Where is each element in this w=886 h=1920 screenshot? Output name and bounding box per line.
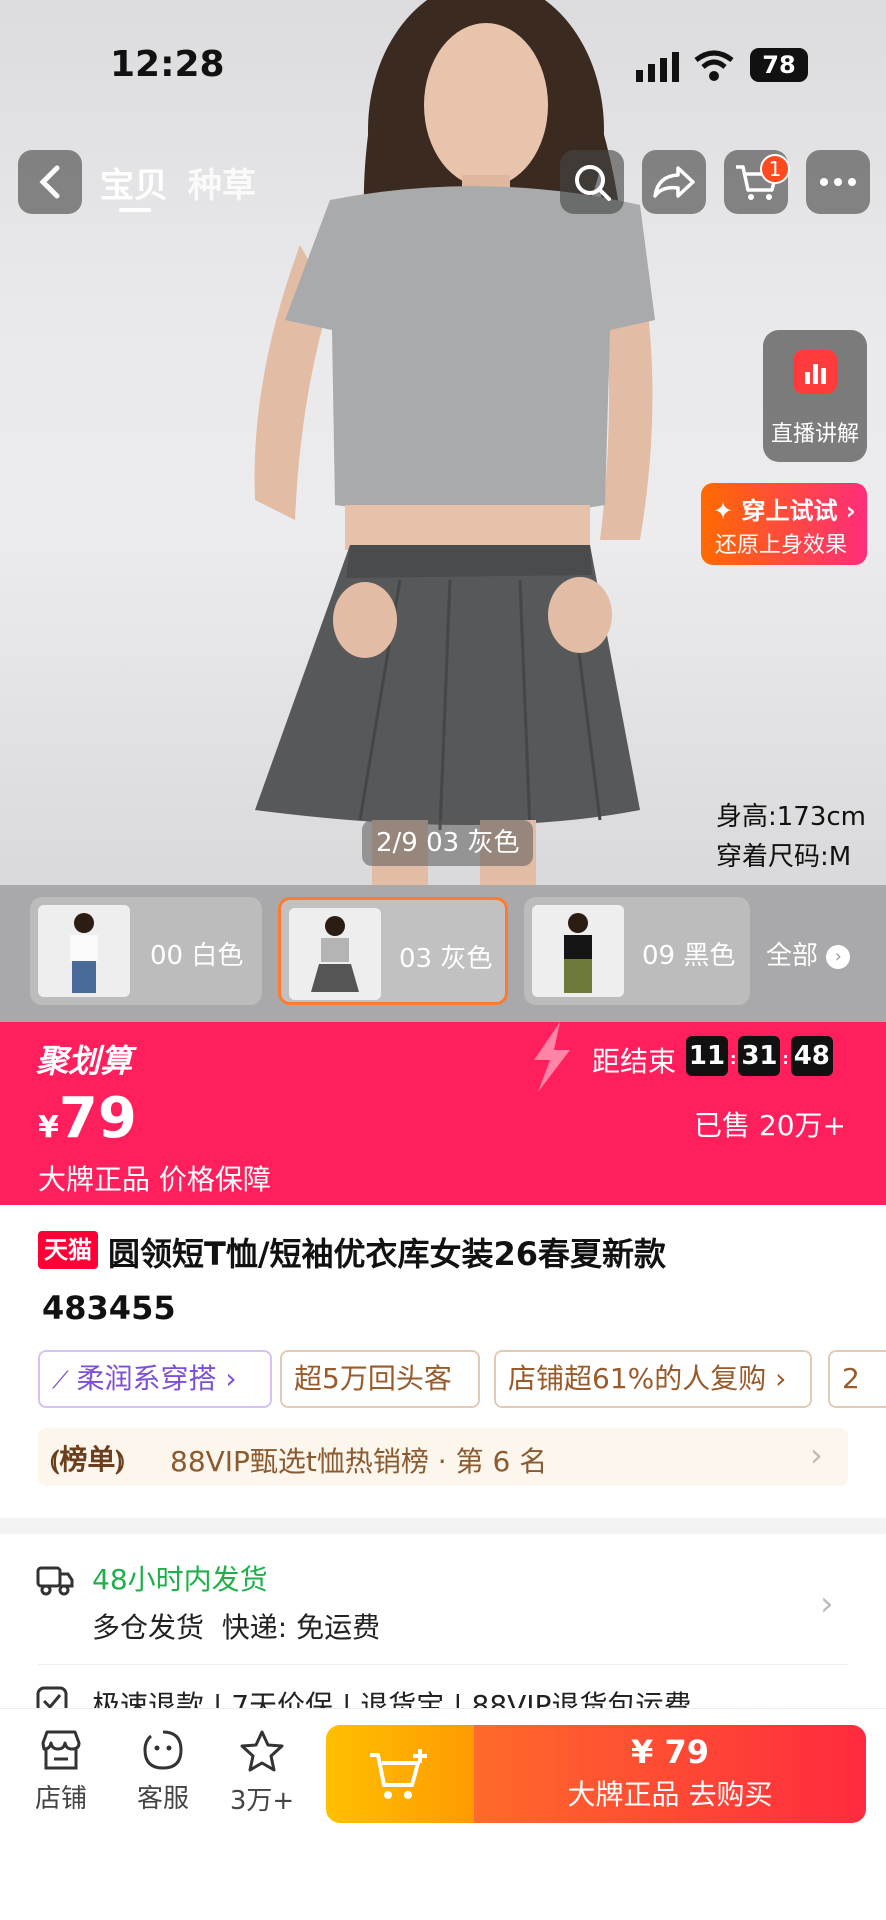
model-size: 穿着尺码:M [716, 842, 852, 872]
signal-icon [636, 52, 682, 86]
cart-plus-icon [370, 1749, 427, 1799]
trend-icon: ⟋ [52, 1366, 77, 1394]
tmall-badge: 天猫 [38, 1231, 98, 1269]
service-label: 客服 [136, 1784, 189, 1814]
sold-count: 已售 20万+ [694, 1109, 846, 1142]
model-height: 身高:173cm [716, 802, 867, 832]
cart-count-badge: 1 [760, 154, 790, 184]
promo-price: ¥79 [38, 1086, 137, 1151]
chip-repeat-customers[interactable]: 超5万回头客 [280, 1350, 480, 1408]
product-code: 483455 [42, 1289, 176, 1327]
chip-label: 超5万回头客 [294, 1362, 452, 1395]
all-colors-label: 全部 [766, 941, 819, 971]
chevron-right-icon: › [810, 1436, 823, 1474]
rank-label: ⦅榜单⦆ [50, 1443, 125, 1476]
favorite-button[interactable]: 3万+ [224, 1729, 300, 1817]
rank-row[interactable]: ⦅榜单⦆ 88VIP甄选t恤热销榜 · 第 6 名 › [38, 1428, 848, 1486]
swatch-label: 03 灰色 [399, 944, 493, 974]
chip-label: 2 [842, 1362, 860, 1395]
model-photo [254, 0, 655, 885]
search-button[interactable] [560, 150, 624, 214]
favorites-count: 3万+ [229, 1786, 295, 1816]
product-hero-image[interactable]: 12:28 78 宝贝 种草 1 直播讲解 ✦ 穿上试试 › 还原上身效果 2/… [0, 0, 886, 885]
juhuasuan-promo-banner: 聚划算 距结束 11:31:48 ¥79 已售 20万+ 大牌正品 价格保障 [0, 1022, 886, 1205]
price-value: 79 [58, 1086, 137, 1151]
rank-text: 88VIP甄选t恤热销榜 · 第 6 名 [170, 1445, 548, 1478]
status-time: 12:28 [110, 44, 225, 85]
try-on-title: ✦ 穿上试试 › [713, 497, 856, 525]
add-to-cart-button[interactable] [326, 1725, 474, 1823]
buy-now-button[interactable]: ¥ 79 大牌正品 去购买 [474, 1725, 866, 1823]
swatch-thumbnail [289, 908, 381, 1000]
chat-face-icon [143, 1730, 183, 1770]
countdown-minutes: 31 [738, 1036, 781, 1076]
section-divider [0, 1518, 886, 1534]
countdown-hours: 11 [686, 1036, 728, 1076]
star-icon [240, 1730, 284, 1772]
swatch-thumbnail [38, 905, 130, 997]
bottom-action-bar: 店铺 客服 3万+ ¥ 79 大牌正品 去购买 [0, 1708, 886, 1920]
dispatch-time: 48小时内发货 [92, 1563, 268, 1596]
buy-label: 大牌正品 去购买 [567, 1778, 773, 1811]
divider [38, 1664, 848, 1665]
chevron-right-icon: › [826, 944, 851, 969]
rank-label-text: 榜单 [59, 1443, 116, 1476]
chip-more[interactable]: 2 [828, 1350, 886, 1408]
chip-label: 店铺超61%的人复购 › [508, 1362, 787, 1395]
guarantee-text: 大牌正品 价格保障 [38, 1163, 271, 1196]
countdown-timer: 11:31:48 [686, 1036, 833, 1076]
more-button[interactable] [806, 150, 870, 214]
shipping-details: 多仓发货 快递: 免运费 [92, 1611, 381, 1644]
wifi-icon [694, 50, 734, 86]
live-explain-button[interactable]: 直播讲解 [763, 330, 867, 462]
try-on-subtitle: 还原上身效果 [715, 533, 848, 558]
swatch-label: 00 白色 [150, 941, 244, 971]
chip-repurchase[interactable]: 店铺超61%的人复购 › [494, 1350, 812, 1408]
battery-level: 78 [762, 51, 796, 79]
truck-icon [36, 1566, 74, 1596]
tab-zhongcao[interactable]: 种草 [188, 158, 256, 207]
swatch-label: 09 黑色 [642, 941, 736, 971]
share-icon [653, 166, 695, 198]
live-label: 直播讲解 [770, 422, 859, 447]
search-icon [575, 165, 611, 201]
swatch-black[interactable]: 09 黑色 [524, 897, 750, 1005]
chip-label: 柔润系穿搭 › [76, 1362, 237, 1395]
color-swatch-bar: 00 白色 03 灰色 09 黑色 全部 › [0, 885, 886, 1022]
status-bar: 12:28 78 [0, 0, 886, 130]
image-counter: 2/9 03 灰色 [362, 820, 534, 866]
promo-title: 聚划算 [36, 1042, 133, 1080]
store-icon [41, 1730, 81, 1770]
chevron-right-icon: › [820, 1584, 834, 1624]
live-icon [793, 350, 837, 394]
product-title: 圆领短T恤/短袖优衣库女装26春夏新款 [108, 1235, 667, 1273]
try-on-button[interactable]: ✦ 穿上试试 › 还原上身效果 [701, 483, 867, 565]
all-colors-link[interactable]: 全部 › [766, 935, 851, 972]
countdown-label: 距结束 [592, 1045, 677, 1078]
store-button[interactable]: 店铺 [28, 1729, 94, 1815]
chip-style[interactable]: ⟋ 柔润系穿搭 › [38, 1350, 272, 1408]
more-icon [820, 178, 856, 186]
store-label: 店铺 [34, 1784, 87, 1814]
tab-indicator [119, 208, 151, 212]
share-button[interactable] [642, 150, 706, 214]
lightning-icon [534, 1022, 570, 1092]
buy-price: ¥ 79 [631, 1733, 709, 1771]
customer-service-button[interactable]: 客服 [130, 1729, 196, 1815]
swatch-white[interactable]: 00 白色 [30, 897, 262, 1005]
countdown-seconds: 48 [790, 1036, 833, 1076]
battery-icon: 78 [750, 48, 808, 82]
back-icon [39, 165, 60, 199]
shipping-section[interactable]: 48小时内发货 多仓发货 快递: 免运费 › 极速退款 | 7天价保 | 退货宝… [0, 1534, 886, 1722]
back-button[interactable] [18, 150, 82, 214]
price-symbol: ¥ [38, 1110, 59, 1145]
tab-baobei[interactable]: 宝贝 [100, 158, 168, 207]
swatch-thumbnail [532, 905, 624, 997]
swatch-gray-selected[interactable]: 03 灰色 [278, 897, 508, 1005]
